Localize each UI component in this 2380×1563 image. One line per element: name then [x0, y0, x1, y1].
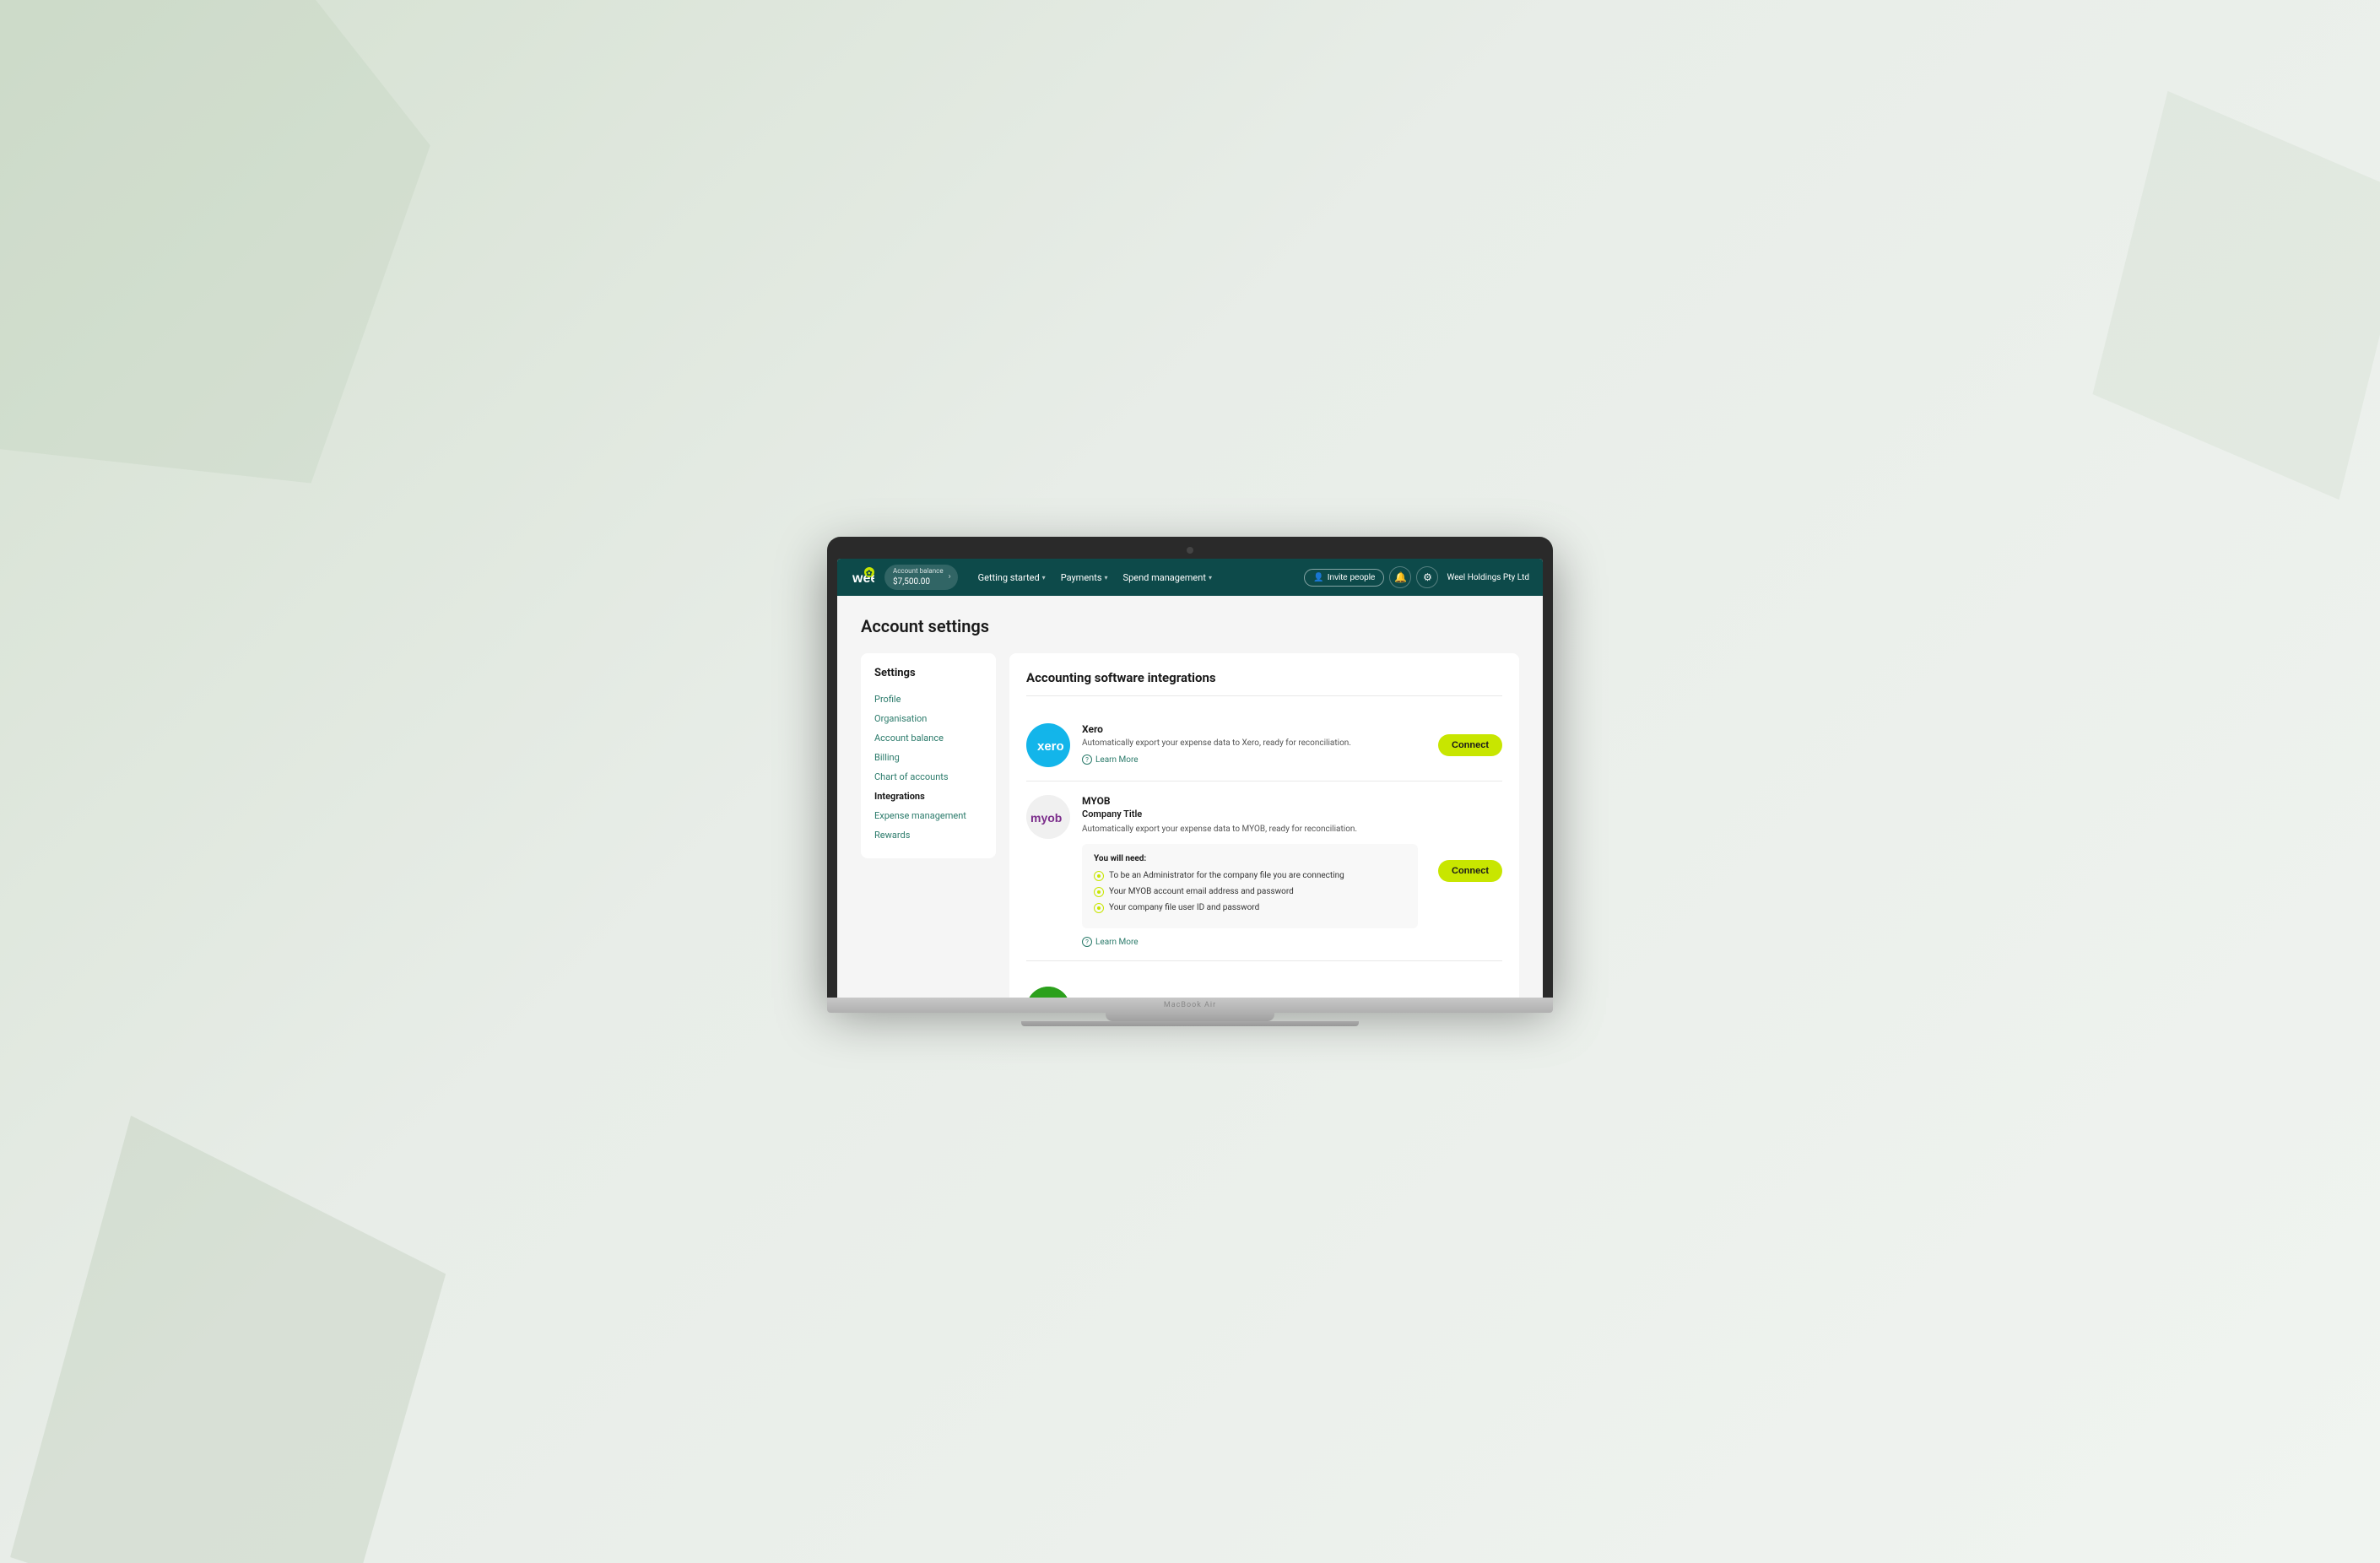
xero-integration-info: Xero Automatically export your expense d…	[1082, 723, 1418, 765]
myob-integration-info: MYOB Company Title Automatically export …	[1082, 795, 1418, 947]
nav-link-spend-management[interactable]: Spend management ▾	[1117, 569, 1219, 587]
myob-name: MYOB	[1082, 795, 1418, 807]
xero-connect-button[interactable]: Connect	[1438, 734, 1502, 756]
myob-learn-more-label: Learn More	[1095, 938, 1139, 947]
xero-name: Xero	[1082, 723, 1418, 735]
xero-integration-card: xero Xero Automatically export your expe…	[1026, 710, 1502, 782]
page-title: Account settings	[861, 616, 1519, 636]
weel-logo-icon: weel ✿	[851, 565, 874, 589]
xero-logo: xero	[1026, 723, 1070, 767]
main-content: Account settings Settings Profile Organi…	[837, 596, 1543, 998]
info-icon: ?	[1082, 754, 1092, 765]
myob-learn-more[interactable]: ? Learn More	[1082, 937, 1418, 947]
sidebar-item-profile[interactable]: Profile	[874, 690, 982, 709]
myob-integration-body: MYOB Company Title Automatically export …	[1082, 795, 1418, 947]
requirements-title: You will need:	[1094, 854, 1406, 863]
sidebar-item-expense-management[interactable]: Expense management	[874, 806, 982, 825]
laptop-camera	[1187, 547, 1193, 554]
account-balance-nav[interactable]: Account balance $7,500.00 ›	[884, 565, 958, 589]
laptop-stand	[1106, 1013, 1274, 1021]
svg-text:✿: ✿	[866, 570, 873, 578]
sidebar-item-integrations[interactable]: Integrations	[874, 787, 982, 806]
myob-connect-button[interactable]: Connect	[1438, 860, 1502, 882]
nav-link-getting-started[interactable]: Getting started ▾	[971, 569, 1052, 587]
requirement-text-1: To be an Administrator for the company f…	[1109, 870, 1344, 882]
xero-description: Automatically export your expense data t…	[1082, 737, 1418, 749]
sidebar-item-billing[interactable]: Billing	[874, 748, 982, 767]
xero-integration-body: Xero Automatically export your expense d…	[1082, 723, 1418, 765]
laptop-model-label: MacBook Air	[1164, 1001, 1216, 1009]
chevron-down-icon: ▾	[1105, 574, 1108, 581]
panel-title: Accounting software integrations	[1026, 670, 1502, 696]
requirement-bullet-icon	[1094, 903, 1104, 913]
myob-subtitle: Company Title	[1082, 809, 1418, 819]
sidebar-item-chart-of-accounts[interactable]: Chart of accounts	[874, 767, 982, 787]
gear-icon: ⚙	[1423, 571, 1432, 583]
requirement-text-2: Your MYOB account email address and pass…	[1109, 886, 1294, 898]
laptop-base: MacBook Air	[827, 998, 1553, 1013]
account-balance-arrow-icon: ›	[949, 572, 951, 581]
requirement-item-3: Your company file user ID and password	[1094, 902, 1406, 914]
notifications-button[interactable]: 🔔	[1389, 566, 1411, 588]
laptop-screen: weel ✿ Account balance $7,500.00 › Getti…	[837, 559, 1543, 998]
svg-text:myob: myob	[1030, 811, 1062, 825]
requirement-item-1: To be an Administrator for the company f…	[1094, 870, 1406, 882]
nav-logo[interactable]: weel ✿	[851, 565, 874, 589]
quickbooks-integration-card: QB Quickbooks	[1026, 961, 1502, 998]
settings-sidebar-title: Settings	[874, 667, 982, 679]
sidebar-item-rewards[interactable]: Rewards	[874, 825, 982, 845]
nav-link-payments[interactable]: Payments ▾	[1054, 569, 1115, 587]
invite-people-button[interactable]: 👤 Invite people	[1304, 569, 1384, 587]
bell-icon: 🔔	[1394, 571, 1407, 583]
myob-requirements-box: You will need: To be an Administrator fo…	[1082, 844, 1418, 928]
requirement-bullet-icon	[1094, 871, 1104, 881]
requirement-item-2: Your MYOB account email address and pass…	[1094, 886, 1406, 898]
chevron-down-icon: ▾	[1042, 574, 1046, 581]
myob-integration-card: myob MYOB Company Title Automatically ex…	[1026, 782, 1502, 961]
content-layout: Settings Profile Organisation Account ba…	[861, 653, 1519, 998]
laptop-foot	[1021, 1021, 1359, 1026]
settings-button[interactable]: ⚙	[1416, 566, 1438, 588]
account-balance-text: Account balance $7,500.00	[893, 567, 944, 587]
requirement-bullet-icon	[1094, 887, 1104, 897]
quickbooks-logo: QB	[1026, 987, 1070, 998]
sidebar-item-account-balance[interactable]: Account balance	[874, 728, 982, 748]
requirement-text-3: Your company file user ID and password	[1109, 902, 1259, 914]
top-navigation: weel ✿ Account balance $7,500.00 › Getti…	[837, 559, 1543, 596]
xero-integration-header: xero Xero Automatically export your expe…	[1026, 723, 1502, 767]
sidebar-item-organisation[interactable]: Organisation	[874, 709, 982, 728]
person-add-icon: 👤	[1313, 573, 1323, 582]
myob-logo: myob	[1026, 795, 1070, 839]
laptop-frame: weel ✿ Account balance $7,500.00 › Getti…	[827, 537, 1553, 998]
myob-description: Automatically export your expense data t…	[1082, 823, 1418, 836]
xero-learn-more-label: Learn More	[1095, 755, 1139, 765]
myob-integration-header: myob MYOB Company Title Automatically ex…	[1026, 795, 1502, 947]
svg-text:xero: xero	[1037, 739, 1063, 754]
account-balance-label: Account balance	[893, 567, 944, 576]
company-name: Weel Holdings Pty Ltd	[1447, 573, 1529, 582]
quickbooks-section: QB Quickbooks	[1026, 975, 1502, 998]
invite-button-label: Invite people	[1328, 573, 1376, 582]
info-icon: ?	[1082, 937, 1092, 947]
main-panel: Accounting software integrations xero	[1009, 653, 1519, 998]
settings-sidebar: Settings Profile Organisation Account ba…	[861, 653, 996, 858]
account-balance-value: $7,500.00	[893, 577, 930, 587]
chevron-down-icon: ▾	[1209, 574, 1212, 581]
nav-right: 👤 Invite people 🔔 ⚙ Weel Holdings Pty Lt…	[1304, 566, 1529, 588]
nav-links: Getting started ▾ Payments ▾ Spend manag…	[971, 569, 1295, 587]
xero-learn-more[interactable]: ? Learn More	[1082, 754, 1418, 765]
laptop-wrapper: weel ✿ Account balance $7,500.00 › Getti…	[827, 537, 1553, 1026]
